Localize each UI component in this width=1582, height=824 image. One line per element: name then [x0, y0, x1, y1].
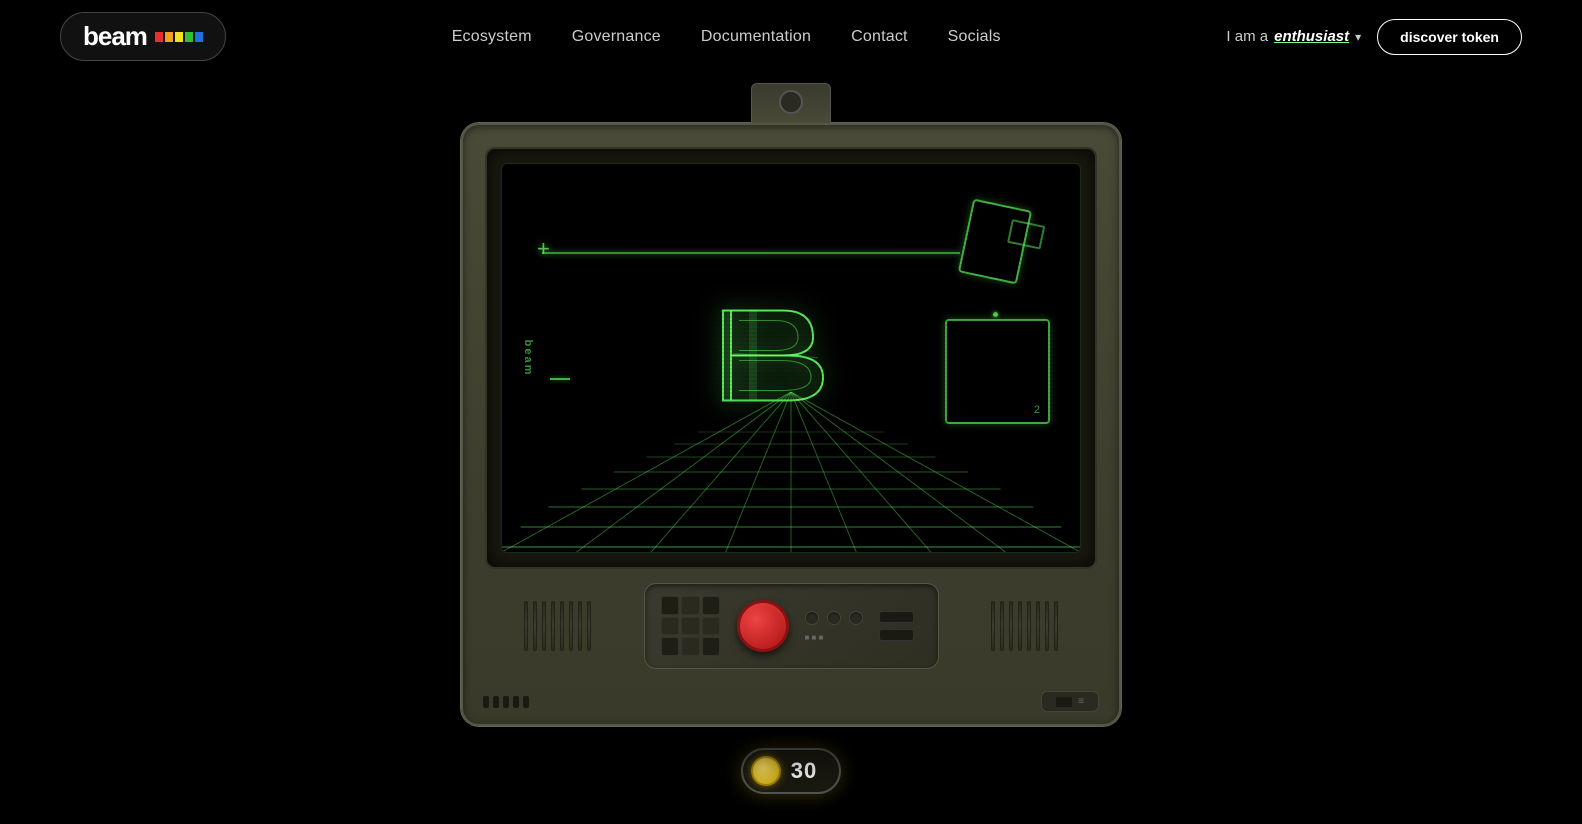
vent-line [533, 601, 537, 651]
dot-icon [993, 312, 998, 317]
console-bottom: ≡ [463, 687, 1119, 724]
nav-governance[interactable]: Governance [572, 28, 661, 45]
nav-contact[interactable]: Contact [851, 28, 908, 45]
vent-line [1036, 601, 1040, 651]
vent-line [1027, 601, 1031, 651]
discover-token-button[interactable]: discover token [1377, 19, 1522, 55]
score-number: 30 [791, 758, 817, 784]
dpad[interactable] [661, 596, 721, 656]
vent-lines-left [524, 601, 591, 651]
vent-line [1000, 601, 1004, 651]
power-icon [1056, 697, 1072, 707]
vent-line [1045, 601, 1049, 651]
vent-line [524, 601, 528, 651]
plus-icon: + [537, 236, 550, 262]
small-btn-row-2: ■ ■ ■ [805, 633, 863, 642]
role-value: enthusiast [1274, 28, 1349, 45]
console-controls: ■ ■ ■ [463, 569, 1119, 687]
navbar: beam Ecosystem Governance Documentation … [0, 0, 1582, 73]
small-button-2[interactable] [827, 611, 841, 625]
vent-line [551, 601, 555, 651]
dpad-center[interactable] [681, 617, 700, 636]
console-wrap: + beam [461, 83, 1121, 726]
bottom-btn-label: ≡ [1078, 696, 1084, 707]
dpad-left[interactable] [661, 617, 680, 636]
small-button-1[interactable] [805, 611, 819, 625]
bottom-vent-left [483, 696, 529, 708]
dpad-down[interactable] [681, 637, 700, 656]
nav-links: Ecosystem Governance Documentation Conta… [452, 28, 1001, 46]
vent-line [542, 601, 546, 651]
big-button-wrap [737, 600, 789, 652]
vent-line [560, 601, 564, 651]
big-red-button[interactable] [737, 600, 789, 652]
vent-line [578, 601, 582, 651]
dpad-up[interactable] [681, 596, 700, 615]
port-slot-1 [879, 611, 914, 623]
vent-line [569, 601, 573, 651]
score-coin-icon [751, 756, 781, 786]
nav-ecosystem[interactable]: Ecosystem [452, 28, 532, 45]
console-top [461, 83, 1121, 123]
console-camera [751, 83, 831, 123]
screen-bezel: + beam [485, 147, 1097, 569]
scan-line [542, 252, 960, 254]
port-slot-2 [879, 629, 914, 641]
nav-documentation[interactable]: Documentation [701, 28, 811, 45]
dash-line [550, 378, 570, 380]
bottom-vent-hole [513, 696, 519, 708]
control-panel: ■ ■ ■ [644, 583, 939, 669]
vent-line [587, 601, 591, 651]
bottom-vent-hole [523, 696, 529, 708]
bottom-power-button[interactable]: ≡ [1041, 691, 1099, 712]
console-right-bits [879, 611, 922, 641]
nav-socials[interactable]: Socials [948, 28, 1001, 45]
logo-stripe [155, 32, 203, 42]
logo-wrap[interactable]: beam [60, 12, 226, 61]
main-content: + beam [0, 73, 1582, 824]
role-selector[interactable]: I am a enthusiast ▾ [1226, 28, 1361, 45]
vent-line [1018, 601, 1022, 651]
vent-line [1009, 601, 1013, 651]
control-label: ■ ■ ■ [805, 633, 824, 642]
bottom-vent-hole [483, 696, 489, 708]
dpad-cell[interactable] [702, 596, 721, 615]
chevron-down-icon: ▾ [1355, 30, 1361, 44]
vent-left [483, 591, 632, 661]
small-button-3[interactable] [849, 611, 863, 625]
vent-line [1054, 601, 1058, 651]
score-badge: 30 [741, 748, 841, 794]
grid-floor [502, 392, 1080, 552]
dpad-cell[interactable] [661, 637, 680, 656]
vent-right [951, 591, 1100, 661]
small-buttons: ■ ■ ■ [805, 611, 863, 642]
role-prefix: I am a [1226, 28, 1268, 45]
screen: + beam [501, 163, 1081, 553]
card-shape-1 [958, 199, 1032, 285]
bottom-vent-hole [503, 696, 509, 708]
console-body: + beam [461, 123, 1121, 726]
vent-line [991, 601, 995, 651]
small-btn-row [805, 611, 863, 625]
dpad-cell[interactable] [702, 637, 721, 656]
dpad-cell[interactable] [661, 596, 680, 615]
vent-lines-right [991, 601, 1058, 651]
screen-logo: beam [522, 340, 534, 377]
logo-text: beam [83, 21, 147, 52]
dpad-right[interactable] [702, 617, 721, 636]
bottom-vent-hole [493, 696, 499, 708]
nav-right: I am a enthusiast ▾ discover token [1226, 19, 1522, 55]
